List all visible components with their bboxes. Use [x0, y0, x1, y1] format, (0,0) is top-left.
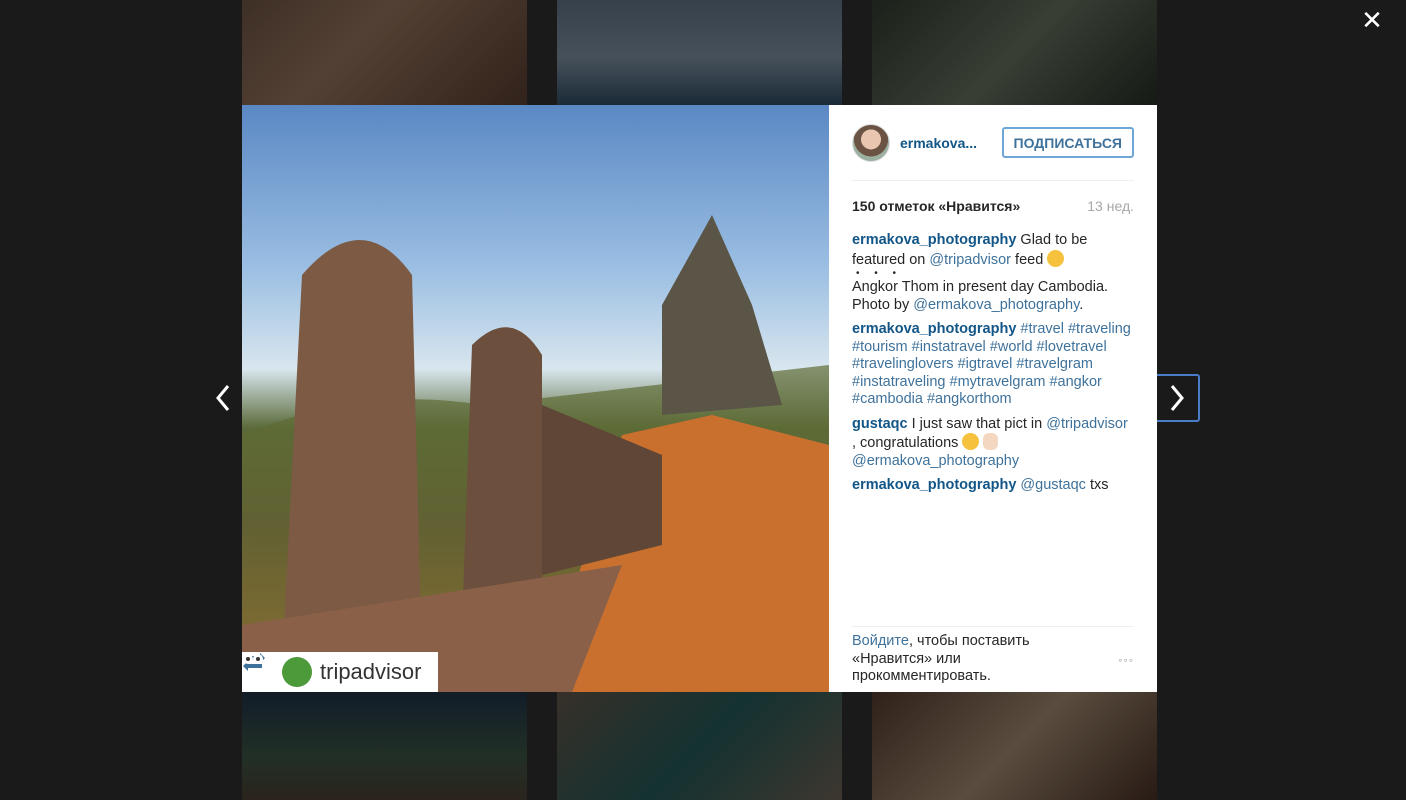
- likes-count: 150 отметок «Нравится»: [852, 198, 1021, 214]
- mention-link[interactable]: @tripadvisor: [1046, 416, 1128, 432]
- tripadvisor-owl-logo: [243, 654, 312, 687]
- comment-text: feed: [1011, 251, 1048, 268]
- comment-text: , congratulations: [852, 435, 963, 451]
- follow-button[interactable]: ПОДПИСАТЬСЯ: [1001, 127, 1134, 158]
- mention-link[interactable]: @ermakova_photography: [913, 297, 1079, 313]
- previous-post-button[interactable]: [200, 374, 246, 422]
- comment-item: ermakova_photography @gustaqc txs: [852, 477, 1134, 495]
- post-timestamp[interactable]: 13 нед.: [1087, 198, 1134, 214]
- post-modal: tripadvisor ermakova... ПОДПИСАТЬСЯ 150 …: [242, 105, 1157, 692]
- mention-link[interactable]: @gustaqc: [1020, 477, 1086, 493]
- likes-row: 150 отметок «Нравится» 13 нед.: [852, 198, 1134, 214]
- repost-badge[interactable]: tripadvisor: [242, 652, 438, 692]
- login-prompt: Войдите, чтобы поставить «Нравится» или …: [852, 633, 1062, 686]
- mention-link[interactable]: @tripadvisor: [929, 252, 1011, 268]
- winking-tongue-emoji-icon: [962, 433, 980, 450]
- close-icon[interactable]: ✕: [1360, 7, 1384, 33]
- comment-username[interactable]: ermakova_photography: [852, 232, 1016, 248]
- post-sidebar: ermakova... ПОДПИСАТЬСЯ 150 отметок «Нра…: [829, 105, 1157, 692]
- comment-item: gustaqc I just saw that pict in @tripadv…: [852, 416, 1134, 471]
- angkor-statues-image: [242, 215, 829, 692]
- comments-list: ermakova_photography Glad to be featured…: [852, 232, 1134, 502]
- comment-item: ermakova_photography #travel #traveling …: [852, 321, 1134, 409]
- ok-hand-emoji-icon: [983, 433, 999, 450]
- comment-text: .: [1079, 296, 1084, 313]
- comment-username[interactable]: ermakova_photography: [852, 321, 1016, 337]
- badge-text: tripadvisor: [320, 659, 422, 684]
- next-post-button[interactable]: [1154, 374, 1200, 422]
- chevron-left-icon: [216, 385, 230, 411]
- comment-item: ermakova_photography Glad to be featured…: [852, 232, 1134, 314]
- comment-text: txs: [1085, 477, 1109, 493]
- comment-text: I just saw that pict in: [907, 415, 1047, 432]
- comment-username[interactable]: ermakova_photography: [852, 477, 1016, 493]
- comment-username[interactable]: gustaqc: [852, 416, 908, 432]
- post-photo[interactable]: tripadvisor: [242, 105, 829, 692]
- post-header: ermakova... ПОДПИСАТЬСЯ: [852, 105, 1134, 181]
- author-username[interactable]: ermakova...: [900, 135, 984, 151]
- avatar[interactable]: [852, 123, 890, 162]
- chevron-right-icon: [1170, 385, 1184, 411]
- login-link[interactable]: Войдите: [852, 633, 909, 649]
- comment-dots: • • •: [856, 268, 903, 279]
- smile-emoji-icon: [1047, 249, 1065, 267]
- mention-link[interactable]: @ermakova_photography: [852, 453, 1019, 469]
- more-options-icon[interactable]: ◦◦◦: [1118, 653, 1134, 667]
- post-footer: Войдите, чтобы поставить «Нравится» или …: [852, 626, 1134, 692]
